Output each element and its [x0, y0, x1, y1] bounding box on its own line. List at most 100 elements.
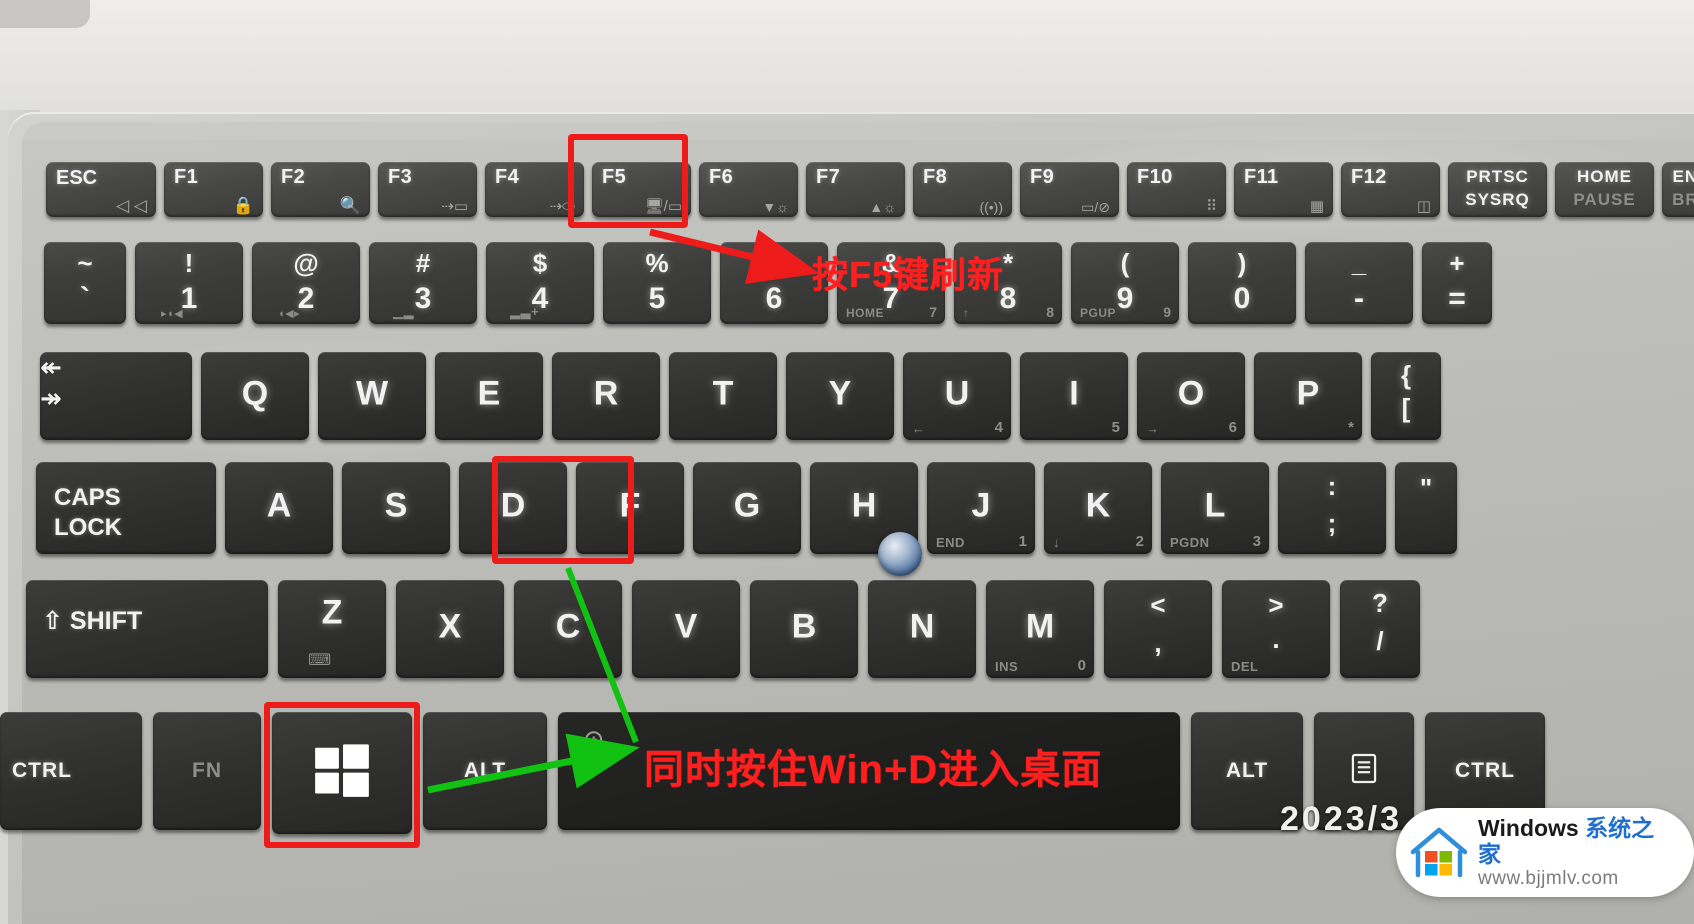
key-backtick[interactable]: ~ `	[44, 242, 126, 324]
volume-down-icon: ▸◖◀	[161, 308, 184, 320]
key-f8[interactable]: F8 ((•))	[913, 162, 1012, 217]
key-l-label: L	[1204, 486, 1226, 525]
key-n[interactable]: N	[868, 580, 976, 678]
key-y-label: Y	[828, 374, 852, 413]
key-v[interactable]: V	[632, 580, 740, 678]
numlock-icon: ⠿	[1206, 198, 1217, 215]
key-hash-label: #	[415, 248, 431, 278]
key-prtsc[interactable]: PRTSC SYSRQ	[1448, 162, 1547, 217]
key-f5[interactable]: F5 🖥/▭	[592, 162, 691, 217]
key-r[interactable]: R	[552, 352, 660, 440]
key-1[interactable]: ! 1 ▸◖◀	[135, 242, 243, 324]
key-f12[interactable]: F12 ◫	[1341, 162, 1440, 217]
key-q[interactable]: Q	[201, 352, 309, 440]
trackpoint-nub[interactable]	[878, 532, 922, 576]
key-l[interactable]: L PGDN 3	[1161, 462, 1269, 554]
key-f10[interactable]: F10 ⠿	[1127, 162, 1226, 217]
key-quote[interactable]: "	[1395, 462, 1457, 554]
key-o-label: O	[1177, 374, 1205, 413]
key-shift-left[interactable]: ⇧ SHIFT	[26, 580, 268, 678]
key-z-label: Z	[321, 593, 343, 632]
key-l-pgdn-label: PGDN	[1170, 535, 1210, 550]
key-p-numpad-label: *	[1348, 419, 1354, 436]
key-lt-label: <	[1150, 590, 1166, 621]
key-4[interactable]: $ 4 ▂▃+	[486, 242, 594, 324]
key-end-brk[interactable]: END BRK	[1662, 162, 1694, 217]
key-a[interactable]: A	[225, 462, 333, 554]
annotation-win-d-text: 同时按住Win+D进入桌面	[644, 748, 1103, 792]
key-2[interactable]: @ 2 ◖◀▸	[252, 242, 360, 324]
key-alt-left[interactable]: ALT	[423, 712, 547, 830]
key-capslock[interactable]: CAPS LOCK	[36, 462, 216, 554]
key-v-label: V	[674, 607, 698, 646]
key-k[interactable]: K ↓ 2	[1044, 462, 1152, 554]
key-5[interactable]: % 5	[603, 242, 711, 324]
key-prtsc-label: PRTSC	[1466, 167, 1529, 186]
key-f9[interactable]: F9 ▭/⊘	[1020, 162, 1119, 217]
key-period[interactable]: > . DEL	[1222, 580, 1330, 678]
key-u-numpad-label: 4	[994, 419, 1003, 436]
key-f6[interactable]: F6 ▼☼	[699, 162, 798, 217]
key-l-numpad-label: 3	[1252, 533, 1261, 550]
key-2-label: 2	[297, 282, 315, 315]
key-0[interactable]: ) 0	[1188, 242, 1296, 324]
key-comma[interactable]: < ,	[1104, 580, 1212, 678]
key-b[interactable]: B	[750, 580, 858, 678]
key-i[interactable]: I 5	[1020, 352, 1128, 440]
key-f11-label: F11	[1244, 166, 1279, 188]
key-j[interactable]: J END 1	[927, 462, 1035, 554]
key-home-label: HOME	[1577, 167, 1632, 186]
key-esc[interactable]: ESC ◁ ◁	[46, 162, 156, 217]
key-f4[interactable]: F4 ⇢⬭	[485, 162, 584, 217]
key-home-pause[interactable]: HOME PAUSE	[1555, 162, 1654, 217]
key-c-label: C	[555, 607, 581, 646]
key-e-label: E	[477, 374, 501, 413]
key-semicolon[interactable]: : ;	[1278, 462, 1386, 554]
key-w[interactable]: W	[318, 352, 426, 440]
key-z[interactable]: Z ⌨	[278, 580, 386, 678]
key-f8-label: F8	[923, 166, 948, 188]
key-f1[interactable]: F1 🔒	[164, 162, 263, 217]
key-f2[interactable]: F2 🔍	[271, 162, 370, 217]
key-minus-label: -	[1354, 282, 1364, 315]
key-fn[interactable]: FN	[153, 712, 261, 830]
key-u[interactable]: U ← 4	[903, 352, 1011, 440]
arrow-right-icon: →	[1146, 421, 1160, 436]
keyboard-row-home: CAPS LOCK A S D F G H J END 1 K ↓ 2 L PG…	[36, 462, 1457, 554]
key-plus-label: +	[1449, 248, 1465, 278]
key-f7[interactable]: F7 ▲☼	[806, 162, 905, 217]
key-lbracket[interactable]: { [	[1371, 352, 1441, 440]
touchpad-toggle-icon: ▭/⊘	[1081, 199, 1110, 215]
key-0-label: 0	[1233, 282, 1251, 315]
key-o[interactable]: O → 6	[1137, 352, 1245, 440]
screenshot-root: ESC ◁ ◁ F1 🔒 F2 🔍 F3 ⇢▭ F4 ⇢⬭ F5 🖥/▭ F6 …	[0, 0, 1694, 924]
brightness-high-icon: ▂▃+	[510, 304, 540, 319]
key-7-numpad-label: 7	[929, 304, 937, 320]
key-3[interactable]: # 3 ▁▂	[369, 242, 477, 324]
key-f2-label: F2	[281, 166, 306, 188]
key-k-label: K	[1085, 486, 1111, 525]
key-s[interactable]: S	[342, 462, 450, 554]
key-g[interactable]: G	[693, 462, 801, 554]
key-f[interactable]: F	[576, 462, 684, 554]
key-windows[interactable]	[272, 712, 412, 834]
key-m[interactable]: M INS 0	[986, 580, 1094, 678]
key-9[interactable]: ( 9 PGUP 9	[1071, 242, 1179, 324]
key-h-label: H	[851, 486, 877, 525]
key-p[interactable]: P *	[1254, 352, 1362, 440]
key-f11[interactable]: F11 ▦	[1234, 162, 1333, 217]
key-minus[interactable]: _ -	[1305, 242, 1413, 324]
key-x[interactable]: X	[396, 580, 504, 678]
key-y[interactable]: Y	[786, 352, 894, 440]
key-t[interactable]: T	[669, 352, 777, 440]
key-f3[interactable]: F3 ⇢▭	[378, 162, 477, 217]
key-j-end-label: END	[936, 535, 965, 550]
key-tab[interactable]: ↞ ↠	[40, 352, 192, 440]
key-ctrl-left[interactable]: CTRL	[0, 712, 142, 830]
key-slash[interactable]: ? /	[1340, 580, 1420, 678]
key-e[interactable]: E	[435, 352, 543, 440]
key-m-numpad-label: 0	[1077, 657, 1086, 674]
key-equals[interactable]: + =	[1422, 242, 1492, 324]
key-d[interactable]: D	[459, 462, 567, 554]
key-c[interactable]: C	[514, 580, 622, 678]
